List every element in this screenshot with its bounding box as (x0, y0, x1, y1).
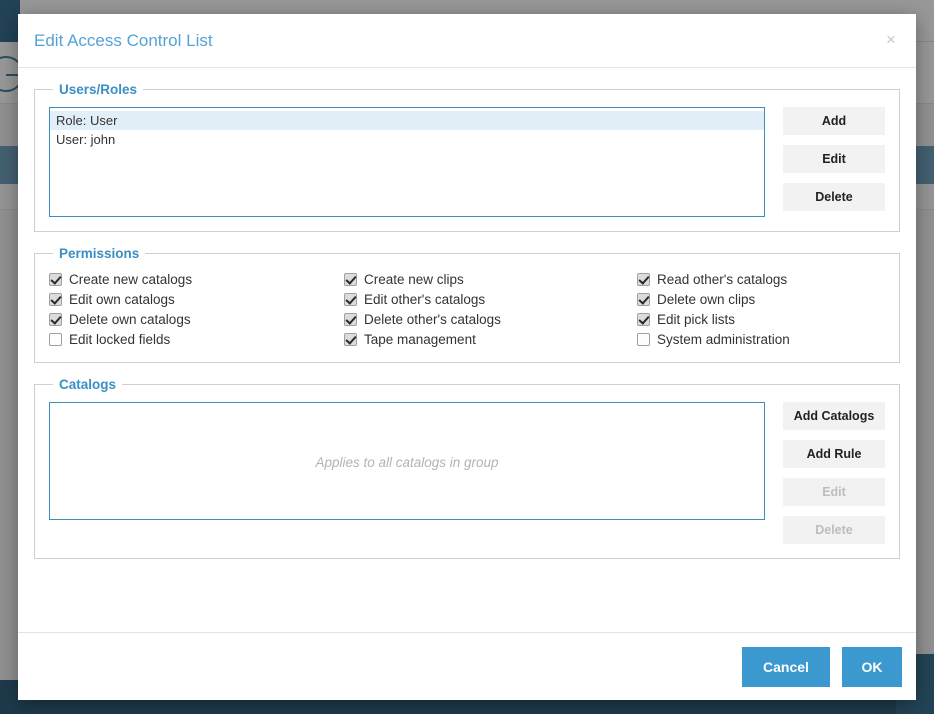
add-rule-button[interactable]: Add Rule (783, 440, 885, 468)
list-item[interactable]: Role: User (50, 111, 764, 130)
edit-access-control-list-dialog: Edit Access Control List × Users/Roles R… (18, 14, 916, 700)
catalogs-legend: Catalogs (59, 377, 117, 392)
catalogs-button-column: Add Catalogs Add Rule Edit Delete (783, 402, 885, 544)
permission-label: System administration (657, 332, 790, 347)
permission-label: Delete own catalogs (69, 312, 191, 327)
catalogs-section: Catalogs Applies to all catalogs in grou… (34, 377, 900, 559)
users-roles-section: Users/Roles Role: User User: john Add Ed… (34, 82, 900, 232)
permission-edit-others-catalogs[interactable]: Edit other's catalogs (344, 291, 637, 308)
dialog-body: Users/Roles Role: User User: john Add Ed… (18, 68, 916, 632)
permission-label: Edit locked fields (69, 332, 171, 347)
dialog-header: Edit Access Control List × (18, 14, 916, 68)
permission-edit-pick-lists[interactable]: Edit pick lists (637, 311, 885, 328)
permission-label: Create new catalogs (69, 272, 193, 287)
permission-delete-own-catalogs[interactable]: Delete own catalogs (49, 311, 344, 328)
permission-edit-locked-fields[interactable]: Edit locked fields (49, 331, 344, 348)
checkbox-icon[interactable] (344, 293, 357, 306)
permissions-section: Permissions Create new catalogs Create n… (34, 246, 900, 363)
permission-tape-management[interactable]: Tape management (344, 331, 637, 348)
users-roles-legend: Users/Roles (59, 82, 138, 97)
checkbox-icon[interactable] (49, 313, 62, 326)
checkbox-icon[interactable] (637, 313, 650, 326)
checkbox-icon[interactable] (49, 273, 62, 286)
permission-delete-others-catalogs[interactable]: Delete other's catalogs (344, 311, 637, 328)
checkbox-icon[interactable] (344, 273, 357, 286)
permission-label: Delete other's catalogs (364, 312, 501, 327)
permission-label: Create new clips (364, 272, 464, 287)
checkbox-icon[interactable] (344, 313, 357, 326)
delete-catalog-button: Delete (783, 516, 885, 544)
permission-delete-own-clips[interactable]: Delete own clips (637, 291, 885, 308)
users-roles-button-column: Add Edit Delete (783, 107, 885, 211)
permission-label: Edit other's catalogs (364, 292, 486, 307)
checkbox-icon[interactable] (344, 333, 357, 346)
permission-create-new-clips[interactable]: Create new clips (344, 271, 637, 288)
permission-system-administration[interactable]: System administration (637, 331, 885, 348)
catalogs-placeholder: Applies to all catalogs in group (315, 455, 499, 470)
permissions-grid: Create new catalogs Create new clips Rea… (49, 271, 885, 348)
close-icon[interactable]: × (880, 28, 902, 50)
dialog-footer: Cancel OK (18, 632, 916, 700)
checkbox-icon[interactable] (637, 333, 650, 346)
add-catalogs-button[interactable]: Add Catalogs (783, 402, 885, 430)
edit-user-button[interactable]: Edit (783, 145, 885, 173)
page-title: Edit Access Control List (34, 30, 213, 50)
permissions-legend: Permissions (59, 246, 140, 261)
list-item[interactable]: User: john (50, 130, 764, 149)
permission-label: Edit pick lists (657, 312, 736, 327)
permission-label: Read other's catalogs (657, 272, 788, 287)
permission-label: Edit own catalogs (69, 292, 175, 307)
permission-create-new-catalogs[interactable]: Create new catalogs (49, 271, 344, 288)
checkbox-icon[interactable] (637, 273, 650, 286)
permission-label: Delete own clips (657, 292, 756, 307)
catalogs-listbox[interactable]: Applies to all catalogs in group (49, 402, 765, 520)
add-user-button[interactable]: Add (783, 107, 885, 135)
permission-read-others-catalogs[interactable]: Read other's catalogs (637, 271, 885, 288)
edit-catalog-button: Edit (783, 478, 885, 506)
permission-edit-own-catalogs[interactable]: Edit own catalogs (49, 291, 344, 308)
checkbox-icon[interactable] (49, 293, 62, 306)
delete-user-button[interactable]: Delete (783, 183, 885, 211)
permission-label: Tape management (364, 332, 476, 347)
checkbox-icon[interactable] (637, 293, 650, 306)
checkbox-icon[interactable] (49, 333, 62, 346)
cancel-button[interactable]: Cancel (742, 646, 830, 687)
users-roles-listbox[interactable]: Role: User User: john (49, 107, 765, 217)
ok-button[interactable]: OK (842, 646, 902, 687)
